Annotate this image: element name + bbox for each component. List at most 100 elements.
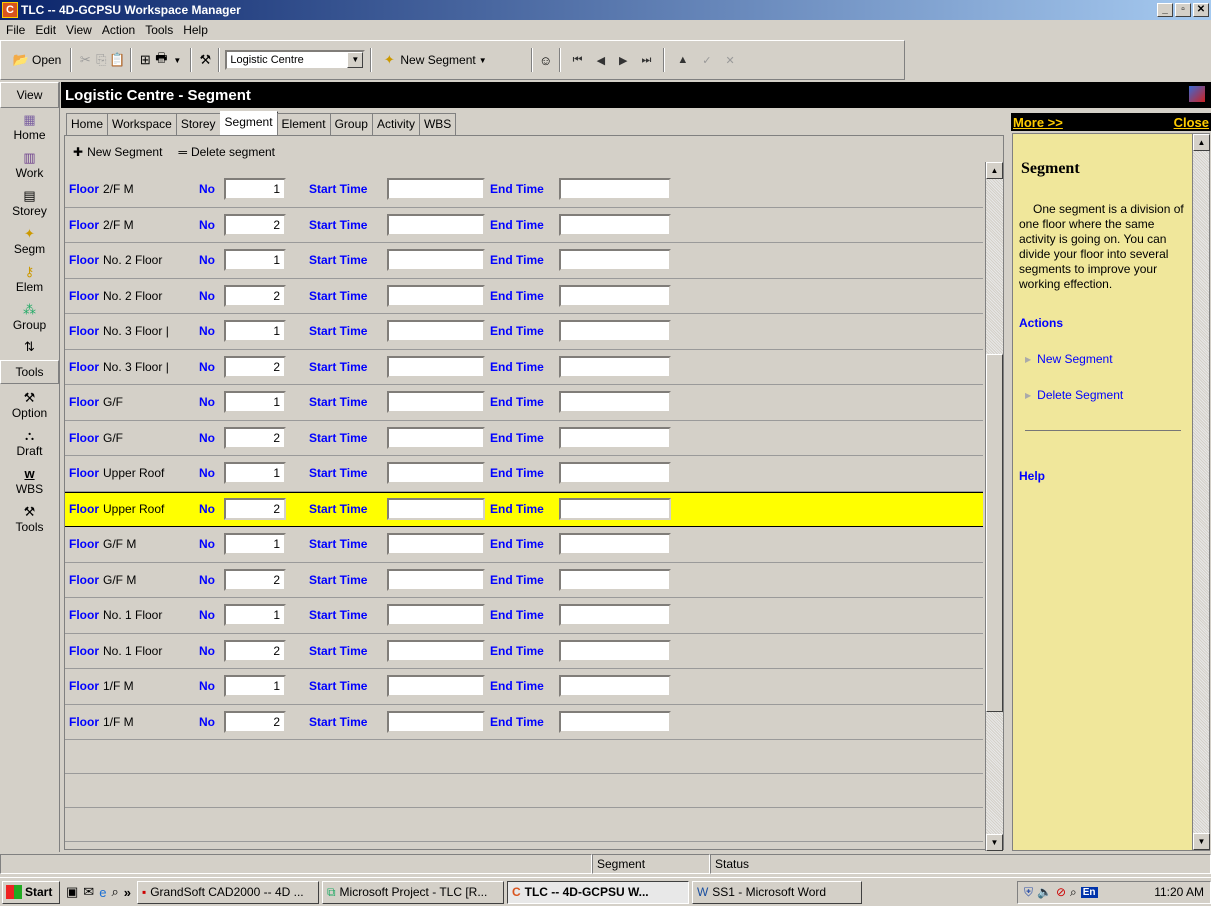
sidebar-item-group[interactable]: ⁂ Group <box>0 298 59 336</box>
desktop-icon[interactable]: ▣ <box>66 884 78 900</box>
search-icon[interactable]: ⌕ <box>1070 885 1077 900</box>
group-tool-icon[interactable]: ⊞ <box>137 52 153 68</box>
scroll-up-icon[interactable]: ▲ <box>986 162 1003 179</box>
start-time-field[interactable] <box>387 533 485 556</box>
end-time-field[interactable] <box>559 498 671 521</box>
start-time-field[interactable] <box>387 639 485 662</box>
start-time-field[interactable] <box>387 710 485 733</box>
segment-row[interactable]: Floor G/F M No 1 Start Time End Time <box>65 527 983 563</box>
first-record-icon[interactable]: ⏮ <box>573 54 583 67</box>
cancel-icon[interactable]: ✕ <box>726 54 735 67</box>
start-time-field[interactable] <box>387 568 485 591</box>
maximize-button[interactable]: ▫ <box>1175 3 1191 17</box>
more-quicklaunch-icon[interactable]: » <box>124 885 131 900</box>
segment-number-field[interactable]: 2 <box>224 568 286 591</box>
task-panel-scrollbar[interactable]: ▲ ▼ <box>1192 134 1210 850</box>
end-time-field[interactable] <box>559 249 671 272</box>
start-button[interactable]: Start <box>2 880 60 904</box>
up-icon[interactable]: ▲ <box>677 54 688 66</box>
segment-number-field[interactable]: 2 <box>224 284 286 307</box>
sidebar-item-wbs[interactable]: w WBS <box>0 462 59 500</box>
start-time-field[interactable] <box>387 284 485 307</box>
end-time-field[interactable] <box>559 462 671 485</box>
shield-icon[interactable]: ⛨ <box>1024 885 1033 900</box>
end-time-field[interactable] <box>559 639 671 662</box>
more-link[interactable]: More >> <box>1013 115 1063 130</box>
segment-number-field[interactable]: 2 <box>224 213 286 236</box>
chevron-down-icon[interactable]: ▼ <box>347 52 364 68</box>
new-segment-button[interactable]: ✚ New Segment <box>73 145 162 159</box>
segment-row[interactable]: Floor No. 2 Floor No 1 Start Time End Time <box>65 243 983 279</box>
menu-edit[interactable]: Edit <box>35 23 56 37</box>
network-icon[interactable]: ⊘ <box>1056 885 1066 899</box>
tab-workspace[interactable]: Workspace <box>107 113 177 135</box>
segment-number-field[interactable]: 1 <box>224 533 286 556</box>
start-time-field[interactable] <box>387 320 485 343</box>
search-icon[interactable]: ⌕ <box>111 884 118 900</box>
end-time-field[interactable] <box>559 284 671 307</box>
cut-icon[interactable]: ✂ <box>77 52 93 68</box>
scroll-down-icon[interactable]: ▼ <box>986 834 1003 851</box>
segment-row[interactable]: Floor 1/F M No 2 Start Time End Time <box>65 705 983 740</box>
segment-number-field[interactable]: 1 <box>224 320 286 343</box>
end-time-field[interactable] <box>559 426 671 449</box>
end-time-field[interactable] <box>559 213 671 236</box>
content-scrollbar[interactable]: ▲ ▼ <box>985 162 1003 851</box>
copy-icon[interactable]: ⎘ <box>93 52 109 68</box>
end-time-field[interactable] <box>559 710 671 733</box>
tab-group[interactable]: Group <box>329 113 373 135</box>
next-record-icon[interactable]: ▶ <box>619 54 627 67</box>
start-time-field[interactable] <box>387 604 485 627</box>
task-link-new-segment[interactable]: ▶ New Segment <box>1025 352 1209 366</box>
segment-number-field[interactable]: 1 <box>224 249 286 272</box>
close-button[interactable]: ✕ <box>1193 3 1209 17</box>
end-time-field[interactable] <box>559 178 671 201</box>
segment-number-field[interactable]: 2 <box>224 498 286 521</box>
start-time-field[interactable] <box>387 426 485 449</box>
segment-row[interactable]: Floor G/F No 2 Start Time End Time <box>65 421 983 456</box>
minimize-button[interactable]: _ <box>1157 3 1173 17</box>
paste-icon[interactable]: 📋 <box>109 52 125 68</box>
task-link-delete-segment[interactable]: ▶ Delete Segment <box>1025 388 1209 402</box>
start-time-field[interactable] <box>387 355 485 378</box>
segment-row[interactable]: Floor No. 3 Floor | No 1 Start Time End Time <box>65 314 983 350</box>
tab-wbs[interactable]: WBS <box>418 113 457 135</box>
menu-tools[interactable]: Tools <box>145 23 173 37</box>
segment-row[interactable]: Floor Upper Roof No 1 Start Time End Time <box>65 456 983 492</box>
new-segment-toolbar-button[interactable]: ✦ New Segment ▼ <box>377 49 490 71</box>
segment-number-field[interactable]: 1 <box>224 675 286 698</box>
segment-number-field[interactable]: 2 <box>224 639 286 662</box>
previous-record-icon[interactable]: ◀ <box>597 54 605 67</box>
sidebar-item-home[interactable]: ▦ Home <box>0 108 59 146</box>
tab-element[interactable]: Element <box>276 113 331 135</box>
ie-icon[interactable]: e <box>99 885 106 900</box>
tab-storey[interactable]: Storey <box>175 113 221 135</box>
tab-activity[interactable]: Activity <box>371 113 420 135</box>
end-time-field[interactable] <box>559 355 671 378</box>
segment-number-field[interactable]: 1 <box>224 391 286 414</box>
sidebar-item-segm[interactable]: ✦ Segm <box>0 222 59 260</box>
start-time-field[interactable] <box>387 178 485 201</box>
end-time-field[interactable] <box>559 604 671 627</box>
open-button[interactable]: 📂 Open <box>9 49 65 71</box>
task-msproject[interactable]: ⧉ Microsoft Project - TLC [R... <box>321 880 504 904</box>
last-record-icon[interactable]: ⏭ <box>642 54 652 67</box>
view-header[interactable]: View <box>0 82 59 108</box>
end-time-field[interactable] <box>559 391 671 414</box>
segment-row[interactable]: Floor Upper Roof No 2 Start Time End Time <box>65 491 983 527</box>
start-time-field[interactable] <box>387 462 485 485</box>
sort-button[interactable]: ⇅ <box>0 336 59 358</box>
menu-action[interactable]: Action <box>102 23 135 37</box>
segment-row[interactable]: Floor No. 3 Floor | No 2 Start Time End Time <box>65 350 983 385</box>
segment-row[interactable]: Floor No. 1 Floor No 2 Start Time End Time <box>65 634 983 669</box>
scroll-up-icon[interactable]: ▲ <box>1193 134 1210 151</box>
segment-row[interactable]: Floor No. 1 Floor No 1 Start Time End Time <box>65 598 983 634</box>
tools-icon[interactable]: ⚒ <box>197 52 213 68</box>
task-tlc[interactable]: C TLC -- 4D-GCPSU W... <box>506 880 689 904</box>
scroll-thumb[interactable] <box>986 354 1003 712</box>
start-time-field[interactable] <box>387 498 485 521</box>
dropdown-arrow-icon[interactable]: ▼ <box>169 52 185 68</box>
tools-header[interactable]: Tools <box>0 360 59 384</box>
help-link[interactable]: Help <box>1019 469 1209 483</box>
sidebar-item-tools[interactable]: ⚒ Tools <box>0 500 59 538</box>
